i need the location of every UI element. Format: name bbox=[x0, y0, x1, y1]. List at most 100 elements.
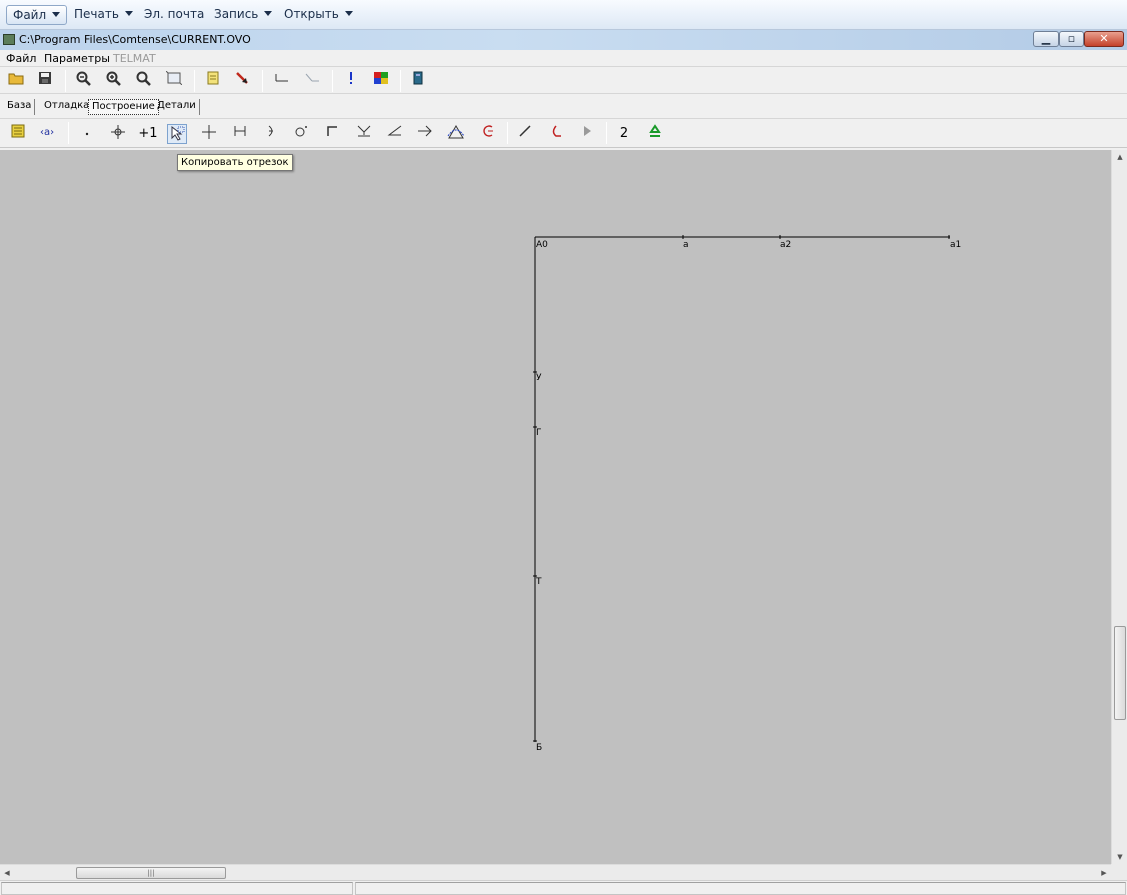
plus-one-button[interactable]: +1 bbox=[138, 124, 158, 144]
measure-line-icon[interactable] bbox=[272, 71, 292, 91]
play-icon[interactable] bbox=[577, 124, 597, 144]
top-menu-file-label: Файл bbox=[13, 8, 47, 22]
triangle-curve-icon[interactable] bbox=[446, 124, 466, 144]
bisector-icon[interactable] bbox=[354, 124, 374, 144]
circle-point-icon[interactable] bbox=[291, 124, 311, 144]
app-menu-parameters[interactable]: Параметры bbox=[44, 52, 110, 65]
status-bar bbox=[0, 880, 1127, 895]
window-title: C:\Program Files\Comtense\CURRENT.OVO bbox=[19, 33, 251, 46]
top-menu-bar: Файл Печать Эл. почта Запись Открыть bbox=[0, 0, 1127, 30]
move-icon[interactable] bbox=[108, 124, 128, 144]
vertical-scrollbar[interactable]: ▲ ▼ bbox=[1111, 150, 1127, 864]
fit-to-window-icon[interactable] bbox=[164, 70, 184, 91]
window-title-bar: C:\Program Files\Comtense\CURRENT.OVO ▁ … bbox=[0, 30, 1127, 50]
toolbar-separator bbox=[68, 122, 69, 144]
app-menu-file[interactable]: Файл bbox=[6, 52, 36, 65]
top-menu-save-label: Запись bbox=[214, 7, 259, 21]
minimize-icon: ▁ bbox=[1041, 32, 1051, 45]
point-label-b: Б bbox=[536, 743, 542, 753]
chevron-down-icon bbox=[344, 11, 353, 16]
open-folder-icon[interactable] bbox=[6, 71, 26, 91]
line-icon[interactable] bbox=[515, 124, 535, 144]
point-label-g: Г bbox=[536, 428, 542, 438]
point-label-t: Т bbox=[535, 577, 542, 587]
construction-toolbar: ‹a› +1 2 bbox=[0, 118, 1127, 148]
scroll-right-icon[interactable]: ▶ bbox=[1097, 865, 1111, 881]
scroll-down-icon[interactable]: ▼ bbox=[1112, 850, 1127, 864]
point-label-a: a bbox=[683, 240, 689, 250]
list-icon[interactable] bbox=[8, 124, 28, 144]
exclamation-icon[interactable] bbox=[341, 71, 361, 91]
drawing-canvas[interactable]: A0 a a2 a1 У Г Т Б bbox=[0, 150, 1111, 864]
recycle-icon[interactable] bbox=[645, 124, 665, 144]
arrow-right-icon[interactable] bbox=[415, 124, 435, 144]
app-menu-bar: Файл Параметры TELMAT bbox=[0, 50, 1127, 66]
app-menu-telmat[interactable]: TELMAT bbox=[113, 52, 156, 65]
top-menu-email[interactable]: Эл. почта bbox=[138, 5, 210, 25]
chevron-down-icon bbox=[52, 12, 61, 17]
scroll-left-icon[interactable]: ◀ bbox=[0, 865, 14, 881]
vertical-scroll-thumb[interactable] bbox=[1114, 626, 1126, 720]
toolbar-separator bbox=[507, 122, 508, 144]
point-label-u: У bbox=[536, 373, 542, 383]
toolbar-separator bbox=[194, 70, 195, 92]
measure-angle-icon[interactable] bbox=[302, 71, 322, 91]
two-button[interactable]: 2 bbox=[614, 124, 634, 144]
scrollbar-corner bbox=[1111, 864, 1127, 880]
tooltip: Копировать отрезок bbox=[177, 154, 293, 171]
toolbar-separator bbox=[262, 70, 263, 92]
point-icon[interactable] bbox=[77, 124, 97, 144]
drawing-svg: A0 a a2 a1 У Г Т Б bbox=[533, 235, 961, 753]
pointer-arrow-icon[interactable] bbox=[232, 71, 252, 91]
point-label-a0: A0 bbox=[536, 240, 548, 250]
zoom-in-icon[interactable] bbox=[104, 71, 124, 91]
top-menu-open[interactable]: Открыть bbox=[278, 5, 359, 25]
zoom-out-icon[interactable] bbox=[74, 71, 94, 91]
color-palette-icon[interactable] bbox=[371, 71, 391, 91]
tab-baza[interactable]: База bbox=[4, 99, 36, 115]
arc-red-icon[interactable] bbox=[478, 124, 498, 144]
status-panel-left bbox=[1, 882, 353, 895]
app-icon[interactable] bbox=[3, 34, 15, 45]
zoom-icon[interactable] bbox=[134, 71, 154, 91]
toolbar-separator bbox=[332, 70, 333, 92]
toolbar-separator bbox=[606, 122, 607, 144]
book-icon[interactable] bbox=[408, 71, 428, 91]
copy-segment-icon[interactable] bbox=[167, 124, 187, 144]
top-menu-print-label: Печать bbox=[74, 7, 119, 21]
save-icon[interactable] bbox=[35, 71, 55, 91]
point-label-a2: a2 bbox=[780, 240, 791, 250]
maximize-icon: ▫ bbox=[1067, 32, 1076, 45]
horizontal-scrollbar[interactable]: ◀ ||| ▶ bbox=[0, 864, 1111, 880]
corner-icon[interactable] bbox=[322, 124, 342, 144]
variable-icon[interactable]: ‹a› bbox=[38, 124, 58, 144]
minimize-button[interactable]: ▁ bbox=[1033, 31, 1059, 47]
horizontal-scroll-thumb[interactable]: ||| bbox=[76, 867, 226, 879]
toolbar-separator bbox=[65, 70, 66, 92]
curve-icon[interactable] bbox=[546, 124, 566, 144]
tab-detali[interactable]: Детали bbox=[154, 99, 200, 115]
tab-bar: База Отладка Построение Детали bbox=[0, 97, 1127, 117]
top-menu-open-label: Открыть bbox=[284, 7, 339, 21]
close-button[interactable]: ✕ bbox=[1084, 31, 1124, 47]
top-menu-email-label: Эл. почта bbox=[144, 7, 205, 21]
top-menu-save[interactable]: Запись bbox=[208, 5, 278, 25]
tab-otladka[interactable]: Отладка bbox=[41, 99, 94, 115]
point-label-a1: a1 bbox=[950, 240, 961, 250]
segment-between-icon[interactable] bbox=[230, 124, 250, 144]
status-panel-right bbox=[355, 882, 1126, 895]
top-menu-file[interactable]: Файл bbox=[6, 5, 68, 25]
close-icon: ✕ bbox=[1099, 32, 1109, 45]
document-icon[interactable] bbox=[203, 71, 223, 91]
cross-icon[interactable] bbox=[199, 124, 219, 144]
chevron-down-icon bbox=[264, 11, 273, 16]
tab-postroenie[interactable]: Построение bbox=[88, 99, 159, 115]
angle-icon[interactable] bbox=[385, 124, 405, 144]
top-menu-print[interactable]: Печать bbox=[68, 5, 139, 25]
chevron-down-icon bbox=[124, 11, 133, 16]
arc-right-icon[interactable] bbox=[261, 124, 281, 144]
svg-text:‹a›: ‹a› bbox=[40, 127, 54, 137]
toolbar-separator bbox=[400, 70, 401, 92]
maximize-button[interactable]: ▫ bbox=[1059, 31, 1084, 47]
scroll-up-icon[interactable]: ▲ bbox=[1112, 150, 1127, 164]
